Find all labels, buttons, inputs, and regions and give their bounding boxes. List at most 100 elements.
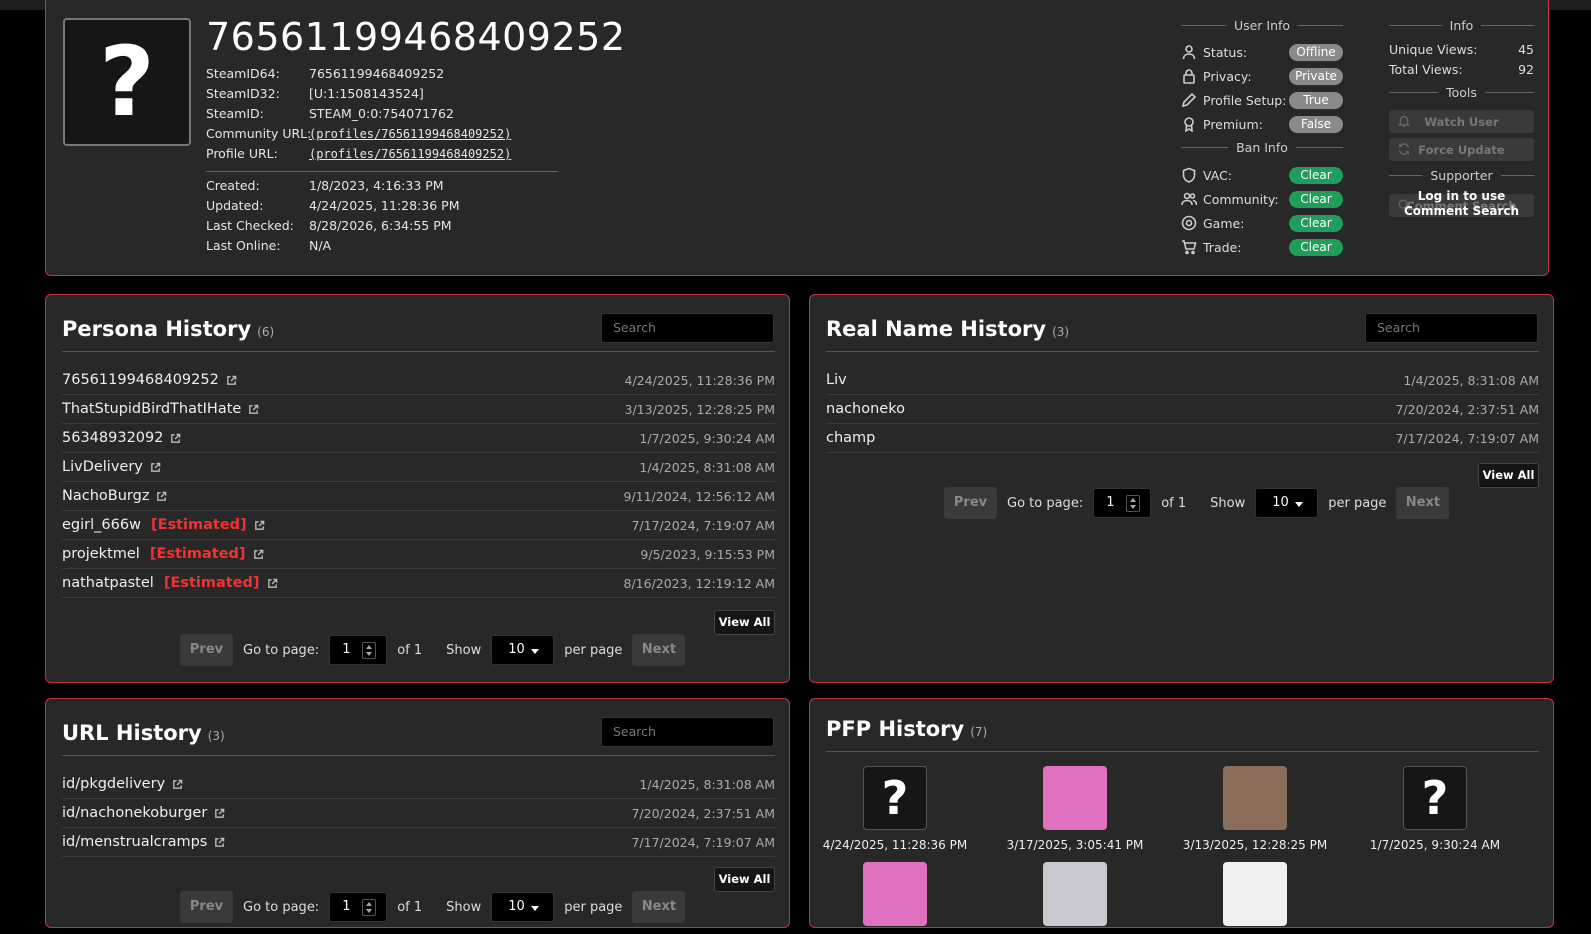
privacy-label: Privacy: (1203, 68, 1252, 84)
pfp-item[interactable]: ? 1/7/2025, 9:30:24 AM (1360, 766, 1510, 852)
per-page-select[interactable]: 10 (491, 892, 555, 922)
history-date: 4/24/2025, 11:28:36 PM (624, 372, 775, 388)
of-label: of 1 (397, 899, 423, 915)
next-button[interactable]: Next (632, 634, 686, 666)
profile-setup-row: Profile Setup: True (1181, 90, 1343, 110)
external-link-icon[interactable] (170, 433, 181, 444)
external-link-icon[interactable] (226, 375, 237, 386)
total-views-label: Total Views: (1389, 62, 1463, 77)
vac-row: VAC: Clear (1181, 165, 1343, 185)
pfp-image[interactable] (1223, 766, 1287, 830)
pfp-item[interactable] (820, 862, 970, 934)
history-date: 1/4/2025, 8:31:08 AM (1403, 372, 1539, 388)
next-button[interactable]: Next (1396, 487, 1450, 519)
page-input[interactable]: 1 (329, 892, 388, 922)
history-name-text[interactable]: projektmel (62, 546, 140, 562)
per-page-select[interactable]: 10 (491, 635, 555, 665)
history-name-text[interactable]: id/pkgdelivery (62, 776, 165, 792)
real-name-history-title: Real Name History (3) (826, 317, 1070, 341)
history-name-text[interactable]: nathatpastel (62, 575, 154, 591)
trade-ban-badge: Clear (1289, 239, 1343, 256)
prev-button[interactable]: Prev (180, 634, 233, 666)
external-link-icon[interactable] (214, 808, 225, 819)
history-row: 56348932092 1/7/2025, 9:30:24 AM (62, 424, 775, 453)
community-url-link[interactable]: (profiles/76561199468409252) (309, 127, 511, 141)
community-ban-badge: Clear (1289, 191, 1343, 208)
history-name-text[interactable]: 76561199468409252 (62, 372, 219, 388)
persona-search-input[interactable]: Search (601, 313, 774, 343)
url-history-card: URL History (3) Search id/pkgdelivery 1/4/… (45, 698, 790, 928)
external-link-icon[interactable] (214, 837, 225, 848)
pfp-image[interactable] (1223, 862, 1287, 926)
spinner-icon[interactable] (362, 642, 377, 659)
history-date: 1/4/2025, 8:31:08 AM (639, 459, 775, 475)
history-name: projektmel [Estimated] (62, 546, 264, 562)
pfp-item[interactable]: 3/13/2025, 12:28:25 PM (1180, 766, 1330, 852)
history-name: Liv (826, 372, 847, 388)
pfp-item[interactable] (1180, 862, 1330, 934)
history-name-text[interactable]: id/nachonekoburger (62, 805, 207, 821)
history-name: 56348932092 (62, 430, 181, 446)
prev-button[interactable]: Prev (944, 487, 997, 519)
watch-user-button[interactable]: Watch User (1389, 110, 1534, 133)
pfp-item[interactable]: 3/17/2025, 3:05:41 PM (1000, 766, 1150, 852)
url-search-input[interactable]: Search (601, 717, 774, 747)
spinner-icon[interactable] (1126, 495, 1141, 512)
pfp-image[interactable] (1043, 766, 1107, 830)
pfp-image[interactable] (863, 862, 927, 926)
pfp-image[interactable]: ? (863, 766, 927, 830)
history-name-text[interactable]: LivDelivery (62, 459, 143, 475)
external-link-icon[interactable] (254, 520, 265, 531)
external-link-icon[interactable] (267, 578, 278, 589)
history-name-text[interactable]: egirl_666w (62, 517, 141, 533)
history-name-text[interactable]: ThatStupidBirdThatIHate (62, 401, 241, 417)
pfp-item[interactable] (1000, 862, 1150, 934)
privacy-badge: Private (1289, 68, 1343, 85)
url-count: (3) (207, 729, 225, 743)
history-row: id/menstrualcramps 7/17/2024, 7:19:07 AM (62, 828, 775, 857)
pfp-item[interactable]: ? 4/24/2025, 11:28:36 PM (820, 766, 970, 852)
history-date: 8/16/2023, 12:19:12 AM (623, 575, 776, 591)
pfp-image[interactable]: ? (1403, 766, 1467, 830)
history-row: nachoneko 7/20/2024, 2:37:51 AM (826, 395, 1539, 424)
external-link-icon[interactable] (156, 491, 167, 502)
force-update-button[interactable]: Force Update (1389, 138, 1534, 161)
pfp-history-card: PFP History (7) ? 4/24/2025, 11:28:36 PM 3/… (809, 698, 1554, 928)
history-name-text[interactable]: NachoBurgz (62, 488, 149, 504)
external-link-icon[interactable] (253, 549, 264, 560)
history-row: egirl_666w [Estimated] 7/17/2024, 7:19:07 … (62, 511, 775, 540)
real-name-view-all-button[interactable]: View All (1478, 463, 1539, 488)
prev-button[interactable]: Prev (180, 891, 233, 923)
created-value: 1/8/2023, 4:16:33 PM (309, 178, 444, 193)
show-label: Show (446, 899, 482, 915)
history-name: ThatStupidBirdThatIHate (62, 401, 259, 417)
page-input[interactable]: 1 (329, 635, 388, 665)
external-link-icon[interactable] (172, 779, 183, 790)
privacy-row: Privacy: Private (1181, 66, 1343, 86)
total-views-value: 92 (1518, 62, 1534, 77)
external-link-icon[interactable] (150, 462, 161, 473)
history-name: 76561199468409252 (62, 372, 237, 388)
pencil-icon (1181, 92, 1197, 108)
profile-url-link[interactable]: (profiles/76561199468409252) (309, 147, 511, 161)
persona-view-all-button[interactable]: View All (714, 610, 775, 635)
total-views-row: Total Views: 92 (1389, 62, 1534, 77)
game-ban-label: Game: (1203, 215, 1245, 231)
pfp-image[interactable] (1043, 862, 1107, 926)
history-name-text[interactable]: id/menstrualcramps (62, 834, 207, 850)
history-name-text[interactable]: 56348932092 (62, 430, 163, 446)
of-label: of 1 (397, 642, 423, 658)
external-link-icon[interactable] (248, 404, 259, 415)
vac-badge: Clear (1289, 167, 1343, 184)
spinner-icon[interactable] (362, 899, 377, 916)
next-button[interactable]: Next (632, 891, 686, 923)
real-name-search-input[interactable]: Search (1365, 313, 1538, 343)
last-checked-value: 8/28/2026, 6:34:55 PM (309, 218, 452, 233)
url-view-all-button[interactable]: View All (714, 867, 775, 892)
shield-icon (1182, 167, 1196, 183)
page-input[interactable]: 1 (1093, 488, 1152, 518)
per-page-select[interactable]: 10 (1255, 488, 1319, 518)
pfp-divider (826, 751, 1539, 752)
info-heading: Info (1389, 18, 1534, 33)
history-name: LivDelivery (62, 459, 161, 475)
